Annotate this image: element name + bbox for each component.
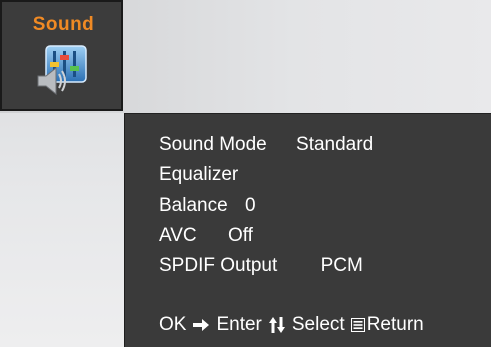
- enter-hint-label: Enter: [216, 314, 262, 335]
- menu-item-balance[interactable]: Balance 0: [159, 195, 256, 217]
- menu-item-avc[interactable]: AVC Off: [159, 225, 253, 247]
- speaker-equalizer-icon: [37, 45, 87, 96]
- menu-item-value: Standard: [296, 134, 374, 155]
- return-hint-label: Return: [366, 314, 424, 335]
- tab-title: Sound: [32, 14, 95, 35]
- key-hints: OK Enter Select Return: [159, 314, 424, 336]
- menu-item-label: Equalizer: [159, 164, 239, 185]
- menu-item-label: SPDIF Output: [159, 255, 278, 276]
- menu-item-label: AVC: [159, 225, 197, 246]
- menu-item-label: Balance: [159, 195, 228, 216]
- arrow-right-icon: [193, 319, 210, 331]
- up-down-arrows-icon: [268, 317, 285, 333]
- select-hint-label: Select: [291, 314, 345, 335]
- menu-item-value: Off: [227, 225, 253, 246]
- menu-item-value: PCM: [320, 255, 363, 276]
- menu-item-equalizer[interactable]: Equalizer: [159, 164, 238, 186]
- ok-hint-label: OK: [159, 314, 187, 335]
- tab-sound[interactable]: Sound: [0, 0, 123, 111]
- sound-menu-panel: Sound Mode Standard Equalizer Balance 0 …: [124, 113, 491, 347]
- menu-item-sound-mode[interactable]: Sound Mode Standard: [159, 134, 373, 156]
- menu-item-label: Sound Mode: [159, 134, 267, 155]
- menu-item-spdif-output[interactable]: SPDIF Output PCM: [159, 255, 363, 277]
- menu-item-value: 0: [244, 195, 256, 216]
- menu-icon: [350, 318, 365, 332]
